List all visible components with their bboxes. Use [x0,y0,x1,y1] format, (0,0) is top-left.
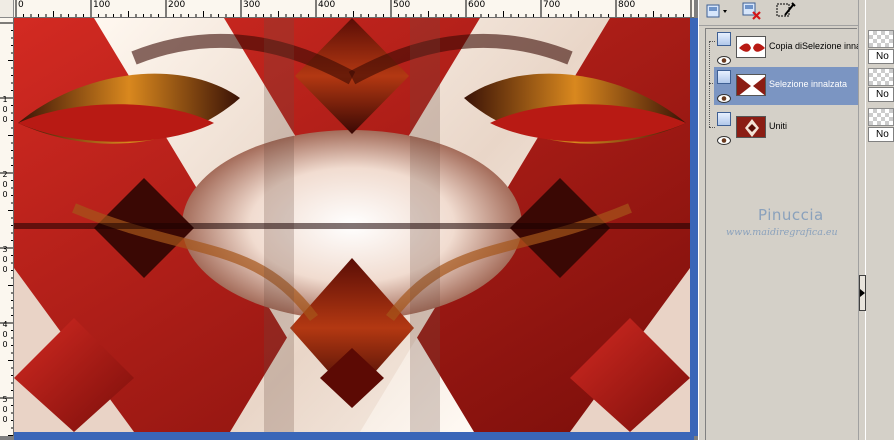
visibility-eye-icon[interactable] [717,52,731,65]
visibility-eye-icon[interactable] [717,90,731,103]
layer-thumbnail [736,116,766,138]
layer-row[interactable]: Uniti [714,109,858,147]
layer-properties-column: No No No [866,0,894,440]
psp-workspace: 0 100 200 300 400 500 600 700 800 1 0 0 … [0,0,894,440]
vertical-scrollbar-edge[interactable] [690,18,698,436]
panel-splitter[interactable] [858,0,866,440]
new-layer-button[interactable] [703,2,731,24]
ruler-ticks [15,0,692,17]
layer-name: Uniti [769,121,788,131]
delete-layer-icon [741,1,763,26]
raster-layer-icon [717,70,731,84]
ruler-corner [0,0,14,18]
blend-mode-field[interactable]: No [868,87,894,102]
chevron-right-icon [860,284,865,302]
ruler-ticks [0,22,13,436]
raster-layer-icon [717,32,731,46]
visibility-eye-icon[interactable] [717,132,731,145]
blend-mode-field[interactable]: No [868,49,894,64]
image-canvas-window: 0 100 200 300 400 500 600 700 800 1 0 0 … [0,0,698,440]
watermark-name: Pinuccia [758,206,824,224]
edit-selection-button[interactable] [773,1,799,26]
layer-properties-row: No [868,108,894,146]
layer-name: Selezione innalzata [769,79,848,89]
vertical-ruler: 1 0 0 2 0 0 3 0 0 4 0 0 5 0 0 [0,18,14,436]
layer-thumbnail [736,36,766,58]
opacity-swatch[interactable] [868,68,894,86]
layer-name: Copia diSelezione innalzata [769,41,858,51]
brush-edit-icon [775,1,797,26]
collapse-panel-button[interactable] [859,275,866,311]
layer-row-selected[interactable]: Selezione innalzata [714,67,858,105]
watermark-url: www.maidiregrafica.eu [726,227,838,238]
raster-layer-icon [717,112,731,126]
layer-row[interactable]: Copia diSelezione innalzata [714,29,858,67]
kaleidoscope-image [14,18,690,432]
layer-thumbnail [736,74,766,96]
opacity-swatch[interactable] [868,108,894,126]
delete-layer-button[interactable] [739,2,765,24]
layer-properties-row: No [868,30,894,68]
horizontal-ruler: 0 100 200 300 400 500 600 700 800 [14,0,694,18]
layer-properties-row: No [868,68,894,106]
horizontal-scrollbar-edge[interactable] [14,432,694,440]
image-artwork[interactable] [14,18,690,432]
blend-mode-field[interactable]: No [868,127,894,142]
layer-stack-icon [705,2,729,25]
opacity-swatch[interactable] [868,30,894,48]
layers-toolbar [699,0,859,26]
tree-connector [709,41,710,127]
